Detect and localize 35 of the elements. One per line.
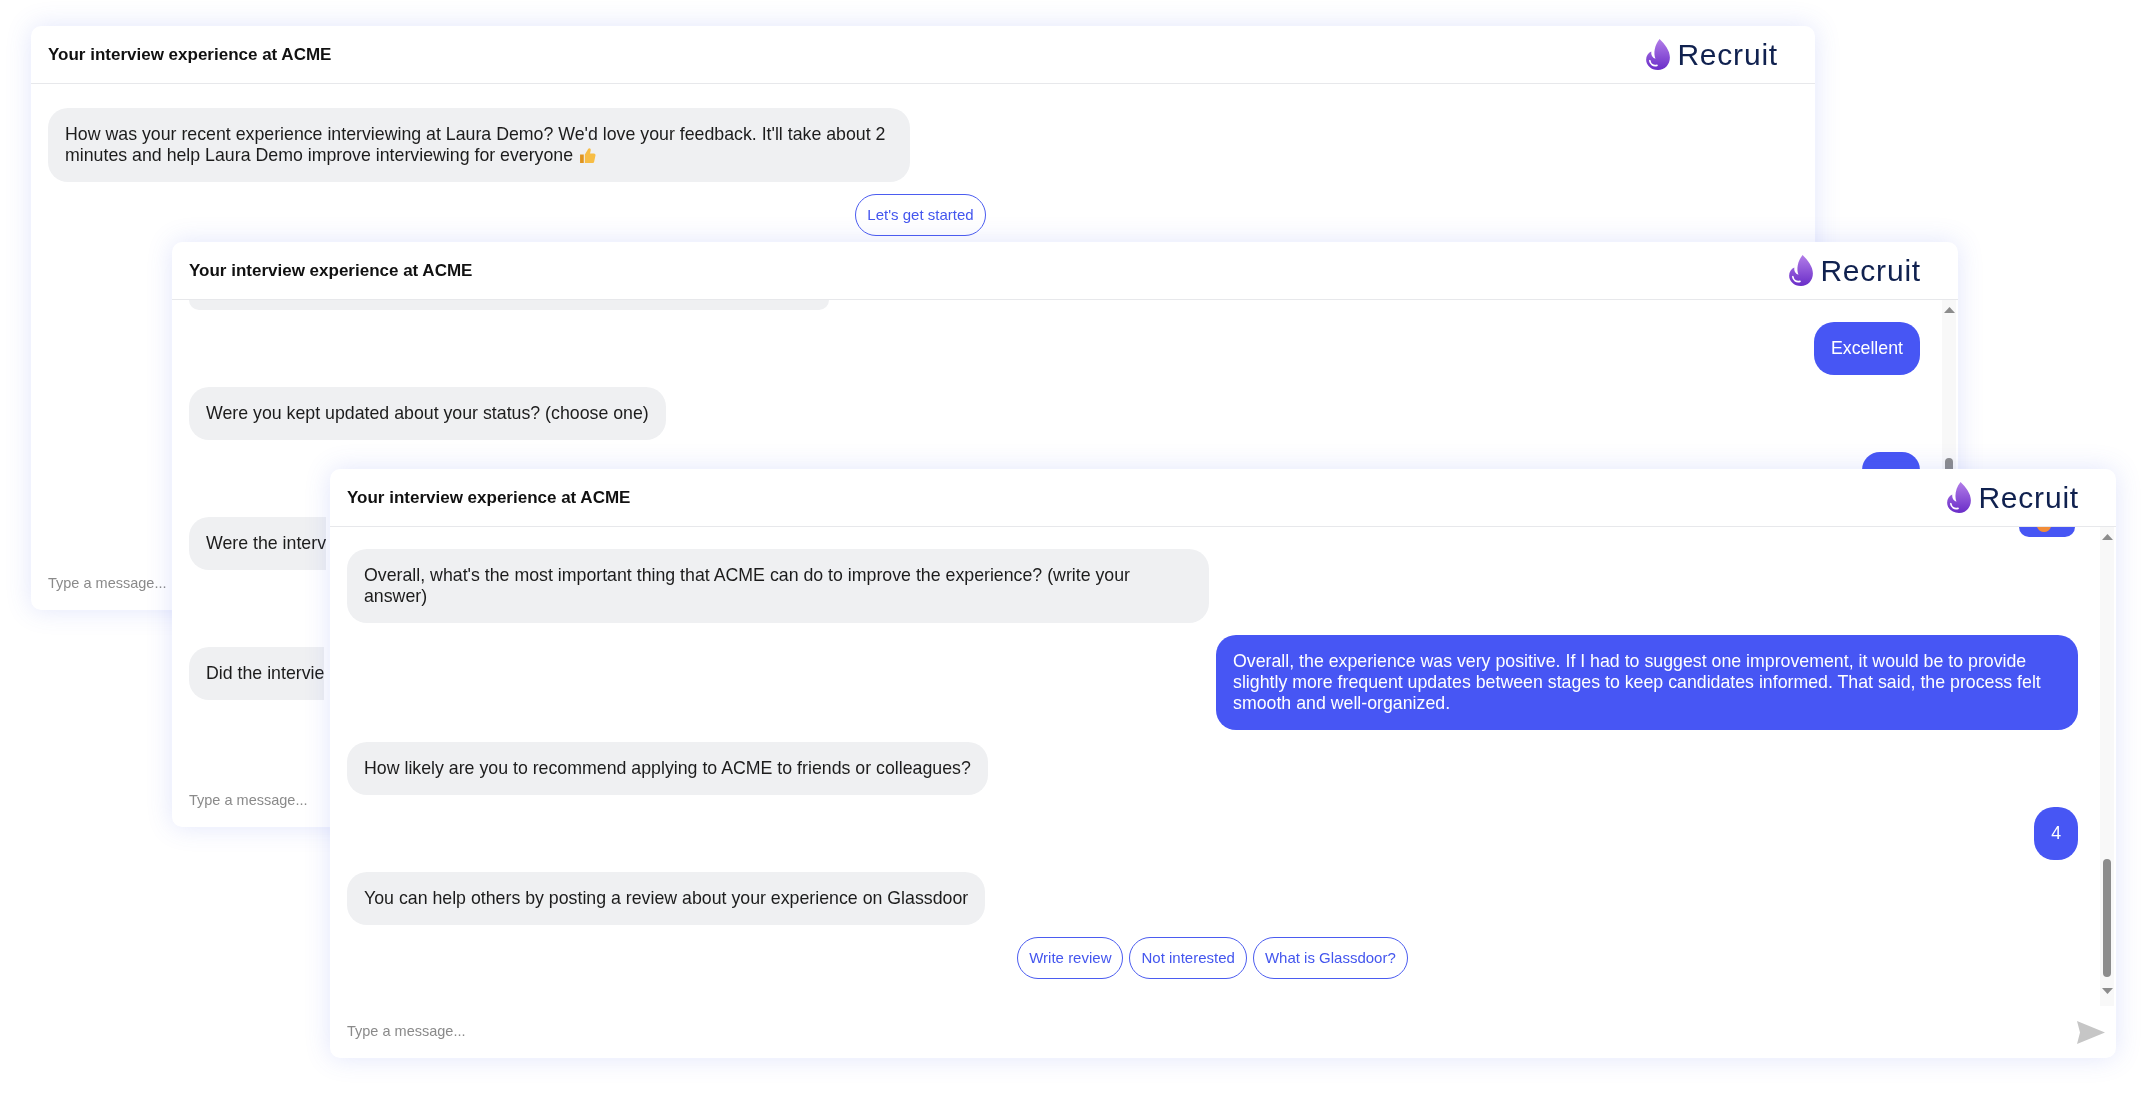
logo-text: Recruit bbox=[1677, 39, 1778, 70]
quick-reply-button[interactable]: Not interested bbox=[1129, 937, 1247, 979]
message-input[interactable]: Type a message... bbox=[347, 1021, 2064, 1043]
flame-icon bbox=[1946, 482, 1972, 513]
message-text: Did the intervie bbox=[206, 663, 325, 683]
logo-text: Recruit bbox=[1820, 255, 1921, 286]
paper-plane-icon bbox=[2077, 1020, 2105, 1044]
down-arrow-icon[interactable] bbox=[2101, 988, 2113, 994]
quick-reply-button[interactable]: What is Glassdoor? bbox=[1252, 937, 1408, 979]
window-title: Your interview experience at ACME bbox=[347, 486, 631, 509]
message-text: How likely are you to recommend applying to ACME to friends or colleagues? bbox=[364, 758, 971, 778]
message-text: Excellent bbox=[1830, 338, 1903, 358]
scrollbar-thumb[interactable] bbox=[2103, 859, 2111, 977]
scrollbar[interactable] bbox=[1942, 300, 1956, 469]
send-button[interactable] bbox=[2076, 1019, 2106, 1045]
up-arrow-icon[interactable] bbox=[1943, 307, 1955, 313]
message-input[interactable]: Type a message... bbox=[189, 790, 311, 812]
flame-icon bbox=[1788, 255, 1814, 286]
quick-reply-button[interactable]: Write review bbox=[1017, 937, 1124, 979]
message-text: Overall, the experience was very positive. If I had to suggest one improvement, it would be to provide slightly more frequent updates between stages to keep candidates informed. That said, the process felt smooth and well-organized. bbox=[1233, 651, 2041, 713]
flame-icon bbox=[1645, 39, 1671, 70]
window-title: Your interview experience at ACME bbox=[189, 259, 473, 282]
logo-text: Recruit bbox=[1978, 482, 2079, 513]
message-text: You can help others by posting a review about your experience on Glassdoor bbox=[364, 888, 969, 908]
window-title: Your interview experience at ACME bbox=[48, 43, 332, 66]
scrollbar[interactable] bbox=[2100, 527, 2114, 1006]
up-arrow-icon[interactable] bbox=[2101, 534, 2113, 540]
message-input[interactable]: Type a message... bbox=[48, 573, 170, 595]
message-text: How was your recent experience interviewing at Laura Demo? We'd love your feedback. It'll take about 2 minutes and help Laura Demo improve interviewing for everyone bbox=[65, 124, 886, 165]
scrollbar-thumb[interactable] bbox=[1945, 458, 1953, 469]
message-text: Were you kept updated about your status? (choose one) bbox=[206, 403, 649, 423]
quick-reply-button[interactable]: Let's get started bbox=[855, 194, 986, 236]
message-text: Were the interv bbox=[206, 533, 327, 553]
message-text: Overall, what's the most important thing that ACME can do to improve the experience? (write your answer) bbox=[364, 565, 1130, 606]
message-text: 4 bbox=[2051, 823, 2061, 843]
